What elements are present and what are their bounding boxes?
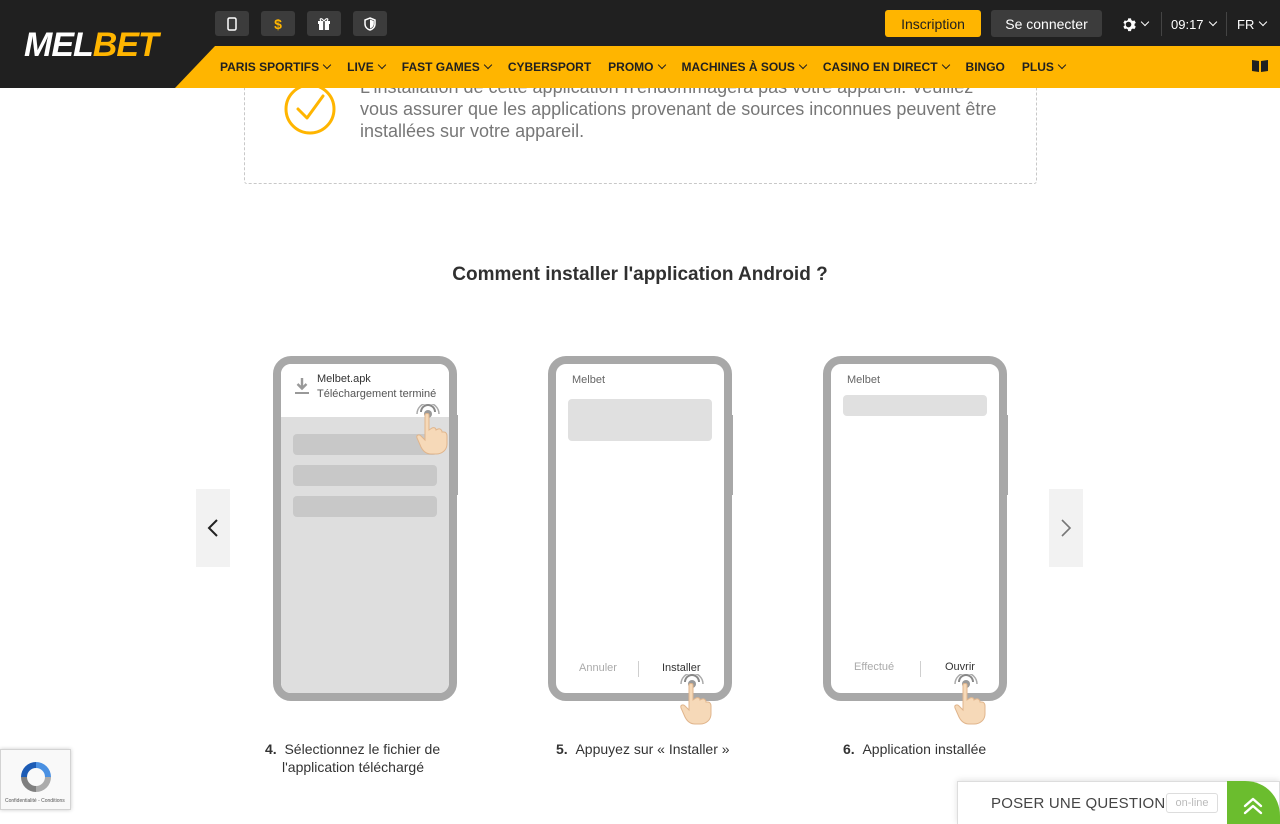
tap-hand-icon <box>680 674 712 725</box>
chevron-down-icon <box>377 60 387 70</box>
placeholder-bar <box>293 465 437 486</box>
carousel-prev-button[interactable] <box>196 489 230 567</box>
nav-item-live[interactable]: LIVE <box>347 60 387 74</box>
phone-side-button <box>1004 415 1008 495</box>
step-caption-5: 5. Appuyez sur « Installer » <box>556 741 730 757</box>
gift-icon[interactable] <box>307 11 341 36</box>
settings-dropdown[interactable] <box>1121 12 1150 36</box>
nav-item-cybersport[interactable]: CYBERSPORT <box>508 60 591 74</box>
placeholder-bar <box>293 496 437 517</box>
recaptcha-icon <box>21 762 51 792</box>
section-title: Comment installer l'application Android … <box>452 264 828 285</box>
phone-step-5: Melbet Annuler Installer <box>548 356 732 701</box>
language-dropdown[interactable]: FR <box>1237 12 1268 36</box>
book-icon[interactable] <box>1251 59 1269 73</box>
main-nav: PARIS SPORTIFS LIVE FAST GAMES CYBERSPORT PR… <box>220 46 1082 88</box>
phone-side-button <box>454 415 458 495</box>
tap-hand-icon <box>416 404 448 455</box>
nav-item-machines-à-sous[interactable]: MACHINES À SOUS <box>682 60 808 74</box>
ask-question-label: POSER UNE QUESTION <box>991 795 1166 812</box>
cancel-button[interactable]: Annuler <box>579 662 617 674</box>
chevron-right-icon <box>1061 519 1072 537</box>
download-icon <box>295 378 309 394</box>
file-status: Téléchargement terminé <box>317 388 437 400</box>
dollar-icon[interactable]: $ <box>261 11 295 36</box>
phone-step-6: Melbet Effectué Ouvrir <box>823 356 1007 701</box>
carousel-next-button[interactable] <box>1049 489 1083 567</box>
online-status-badge: on-line <box>1166 793 1218 813</box>
shield-icon[interactable] <box>353 11 387 36</box>
nav-item-fast-games[interactable]: FAST GAMES <box>402 60 493 74</box>
chevron-down-icon <box>483 60 493 70</box>
chevron-down-icon <box>1259 17 1268 27</box>
check-circle-icon <box>284 83 336 135</box>
install-button[interactable]: Installer <box>662 662 701 674</box>
nav-item-paris-sportifs[interactable]: PARIS SPORTIFS <box>220 60 332 74</box>
time-dropdown[interactable]: 09:17 <box>1171 12 1217 36</box>
header-divider <box>1161 12 1162 36</box>
header-icon-bar: $ <box>215 11 387 36</box>
mobile-icon[interactable] <box>215 11 249 36</box>
action-divider <box>920 661 921 677</box>
recaptcha-badge[interactable]: Confidentialité - Conditions <box>0 749 71 810</box>
app-label: Melbet <box>847 374 881 386</box>
register-button[interactable]: Inscription <box>885 10 981 37</box>
header-divider <box>1226 12 1227 36</box>
chevron-down-icon <box>798 60 808 70</box>
chevron-down-icon <box>941 60 950 70</box>
placeholder-bar <box>568 399 712 441</box>
nav-item-promo[interactable]: PROMO <box>608 60 666 74</box>
phone-screen-body <box>281 417 449 693</box>
melbet-logo[interactable]: MELBET <box>24 26 159 65</box>
chevron-left-icon <box>207 519 218 537</box>
chevron-down-icon <box>657 60 666 70</box>
chevron-down-icon <box>1208 17 1217 27</box>
chevron-down-icon <box>1140 17 1150 27</box>
nav-item-bingo[interactable]: BINGO <box>966 60 1005 74</box>
step-caption-4: 4. Sélectionnez le fichier de l'applicat… <box>265 741 441 775</box>
open-button[interactable]: Ouvrir <box>945 661 975 673</box>
gear-icon <box>1123 17 1136 31</box>
login-button[interactable]: Se connecter <box>991 10 1102 37</box>
chevron-down-icon <box>1057 60 1067 70</box>
nav-item-casino-en-direct[interactable]: CASINO EN DIRECT <box>823 60 950 74</box>
tap-hand-icon <box>954 674 986 725</box>
step-caption-6: 6. Application installée <box>843 741 987 757</box>
expand-chat-icon[interactable] <box>1227 781 1280 824</box>
site-header: MELBET $ Inscription Se connecter 09:17 … <box>0 0 1280 88</box>
action-divider <box>638 661 639 677</box>
done-button[interactable]: Effectué <box>854 661 894 673</box>
nav-item-plus[interactable]: PLUS <box>1022 60 1067 74</box>
app-label: Melbet <box>572 374 606 386</box>
file-name: Melbet.apk <box>317 373 371 385</box>
placeholder-bar <box>843 395 987 416</box>
chevron-down-icon <box>322 60 332 70</box>
phone-side-button <box>729 415 733 495</box>
